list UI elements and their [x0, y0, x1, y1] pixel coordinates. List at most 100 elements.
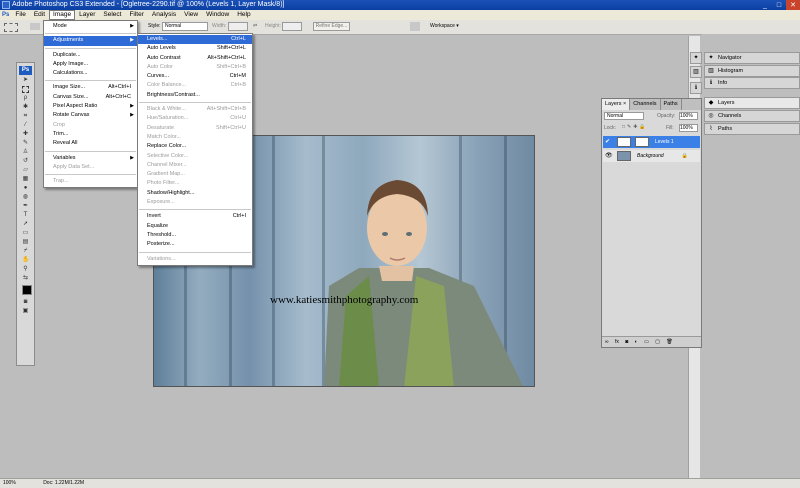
panel-navigator[interactable]: ✦ Navigator: [704, 52, 800, 64]
workspace-button[interactable]: Workspace ▾: [430, 22, 459, 31]
layer-visibility-eye-icon[interactable]: 👁: [605, 150, 613, 162]
brush-tool-icon[interactable]: ✎: [22, 140, 29, 147]
menu-analysis[interactable]: Analysis: [148, 10, 180, 20]
layer-row-levels[interactable]: ✔ Levels 1: [603, 136, 700, 148]
zoom-tool-icon[interactable]: ⚲: [22, 266, 29, 273]
navigator-icon[interactable]: ✦: [690, 52, 702, 64]
blend-mode-select[interactable]: Normal: [604, 112, 644, 120]
link-layers-icon[interactable]: ∞: [605, 339, 609, 345]
menu-filter[interactable]: Filter: [125, 10, 147, 20]
adjustment-layer-icon[interactable]: ◐: [635, 339, 638, 345]
maximize-button[interactable]: □: [772, 0, 786, 10]
screen-mode-icon[interactable]: ▣: [22, 308, 29, 315]
menu-item-levels[interactable]: Levels... Ctrl+L: [138, 35, 252, 45]
menu-layer[interactable]: Layer: [75, 10, 99, 20]
panel-layers[interactable]: ◆ Layers: [704, 97, 800, 109]
type-tool-icon[interactable]: T: [22, 212, 29, 219]
menu-help[interactable]: Help: [233, 10, 254, 20]
menu-image[interactable]: Image: [49, 10, 76, 20]
hand-tool-icon[interactable]: ✋: [22, 257, 29, 264]
swap-icon[interactable]: ⇄: [253, 22, 257, 31]
move-tool-icon[interactable]: ➤: [22, 77, 29, 84]
dodge-tool-icon[interactable]: ◍: [22, 194, 29, 201]
menu-item-threshold[interactable]: Threshold...: [138, 231, 252, 240]
menu-item-brightness-contrast[interactable]: Brightness/Contrast...: [138, 91, 252, 100]
new-layer-icon[interactable]: ▢: [655, 339, 660, 345]
clone-stamp-icon[interactable]: ♙: [22, 149, 29, 156]
style-select[interactable]: Normal: [162, 22, 208, 31]
layer-mask-thumbnail[interactable]: [635, 137, 649, 147]
menu-item-replace-color[interactable]: Replace Color...: [138, 142, 252, 151]
menu-item-mode[interactable]: Mode ▶: [44, 22, 137, 31]
menu-item-variables[interactable]: Variables ▶: [44, 154, 137, 163]
menu-file[interactable]: File: [11, 10, 29, 20]
shape-tool-icon[interactable]: ▭: [22, 230, 29, 237]
marquee-tool-icon[interactable]: [22, 86, 29, 93]
menu-item-curves[interactable]: Curves... Ctrl+M: [138, 72, 252, 81]
gradient-icon[interactable]: ▦: [22, 176, 29, 183]
menu-item-pixel-aspect-ratio[interactable]: Pixel Aspect Ratio ▶: [44, 102, 137, 111]
menu-item-invert[interactable]: Invert Ctrl+I: [138, 212, 252, 221]
tab-paths[interactable]: Paths: [661, 99, 682, 110]
refine-edge-button[interactable]: Refine Edge...: [313, 22, 350, 31]
menu-item-rotate-canvas[interactable]: Rotate Canvas ▶: [44, 111, 137, 120]
notes-tool-icon[interactable]: ▤: [22, 239, 29, 246]
panel-paths[interactable]: ⌇ Paths: [704, 123, 800, 135]
magic-wand-icon[interactable]: ✱: [22, 104, 29, 111]
info-icon[interactable]: ℹ: [690, 82, 702, 94]
panel-histogram[interactable]: ▥ Histogram: [704, 65, 800, 77]
menu-item-duplicate[interactable]: Duplicate...: [44, 51, 137, 60]
eyedropper-icon[interactable]: ⌿: [22, 248, 29, 255]
menu-item-equalize[interactable]: Equalize: [138, 222, 252, 231]
menu-item-apply-image[interactable]: Apply Image...: [44, 60, 137, 69]
layer-style-icon[interactable]: fx: [615, 339, 619, 345]
document-size[interactable]: Doc: 1.22M/1.22M: [43, 480, 84, 486]
minimize-button[interactable]: _: [758, 0, 772, 10]
menu-item-auto-levels[interactable]: Auto Levels Shift+Ctrl+L: [138, 44, 252, 53]
menu-item-posterize[interactable]: Posterize...: [138, 240, 252, 249]
width-input[interactable]: [228, 22, 248, 31]
menu-item-adjustments[interactable]: Adjustments ▶: [44, 36, 137, 46]
layer-visibility-eye-icon[interactable]: ✔: [605, 136, 610, 148]
menu-item-auto-contrast[interactable]: Auto Contrast Alt+Shift+Ctrl+L: [138, 54, 252, 63]
menu-item-reveal-all[interactable]: Reveal All: [44, 139, 137, 148]
delete-layer-icon[interactable]: 🗑: [666, 339, 672, 345]
menu-item-image-size[interactable]: Image Size... Alt+Ctrl+I: [44, 83, 137, 92]
marquee-tool-icon[interactable]: [4, 23, 18, 32]
healing-brush-icon[interactable]: ✚: [22, 131, 29, 138]
palette-well-icon[interactable]: [410, 22, 420, 31]
close-button[interactable]: ✕: [786, 0, 800, 10]
panel-info[interactable]: ℹ Info: [704, 77, 800, 89]
add-mask-icon[interactable]: ◙: [625, 339, 628, 345]
blur-tool-icon[interactable]: ●: [22, 185, 29, 192]
panel-channels[interactable]: ◎ Channels: [704, 110, 800, 122]
menu-item-calculations[interactable]: Calculations...: [44, 69, 137, 78]
selection-mode-icon[interactable]: [30, 23, 40, 30]
menu-select[interactable]: Select: [99, 10, 125, 20]
foreground-color-swatch[interactable]: [22, 285, 32, 295]
lasso-tool-icon[interactable]: ρ: [22, 95, 29, 102]
history-brush-icon[interactable]: ↺: [22, 158, 29, 165]
group-icon[interactable]: ▭: [644, 339, 649, 345]
crop-tool-icon[interactable]: ⌗: [22, 113, 29, 120]
ps-menu-icon[interactable]: Ps: [0, 10, 11, 20]
layer-row-background[interactable]: 👁 Background 🔒: [603, 150, 700, 162]
height-input[interactable]: [282, 22, 302, 31]
slice-tool-icon[interactable]: ⁄: [22, 122, 29, 129]
menu-edit[interactable]: Edit: [30, 10, 49, 20]
quick-mask-icon[interactable]: ◙: [22, 299, 29, 306]
menu-window[interactable]: Window: [202, 10, 233, 20]
menu-item-trim[interactable]: Trim...: [44, 130, 137, 139]
zoom-level[interactable]: 100%: [3, 480, 16, 486]
eraser-icon[interactable]: ▱: [22, 167, 29, 174]
tab-channels[interactable]: Channels: [630, 99, 661, 110]
swap-colors-icon[interactable]: ⇆: [22, 275, 29, 282]
menu-item-canvas-size[interactable]: Canvas Size... Alt+Ctrl+C: [44, 93, 137, 102]
menu-item-shadow-highlight[interactable]: Shadow/Highlight...: [138, 189, 252, 198]
path-selection-icon[interactable]: ➚: [22, 221, 29, 228]
pen-tool-icon[interactable]: ✒: [22, 203, 29, 210]
tab-layers[interactable]: Layers ×: [602, 99, 631, 110]
menu-view[interactable]: View: [180, 10, 202, 20]
lock-icons[interactable]: □✎✚🔒: [622, 124, 648, 130]
histogram-icon[interactable]: ▥: [690, 66, 702, 78]
